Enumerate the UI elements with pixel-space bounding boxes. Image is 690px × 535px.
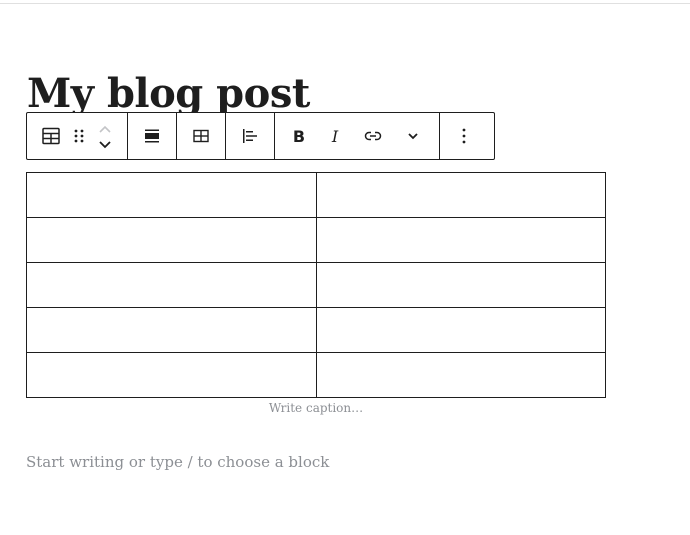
table-cell[interactable]: [316, 172, 606, 218]
drag-handle[interactable]: [69, 113, 89, 159]
table-cell[interactable]: [316, 307, 606, 353]
italic-button[interactable]: I: [317, 113, 353, 159]
more-vertical-icon: [461, 127, 467, 145]
block-toolbar: B I: [26, 112, 495, 160]
default-block-appender[interactable]: Start writing or type / to choose a bloc…: [26, 453, 329, 471]
block-mover: [93, 113, 117, 159]
drag-handle-icon: [73, 128, 85, 144]
editor-top-divider: [0, 3, 690, 4]
table-cell[interactable]: [26, 352, 317, 398]
table-row: [26, 172, 606, 218]
table-cell[interactable]: [316, 217, 606, 263]
align-button[interactable]: [128, 113, 176, 159]
bold-button[interactable]: B: [281, 113, 317, 159]
move-down-button[interactable]: [98, 136, 112, 152]
toolbar-group-block: [27, 113, 128, 159]
toolbar-group-format: B I: [275, 113, 440, 159]
table-cell[interactable]: [26, 307, 317, 353]
table-cell[interactable]: [26, 217, 317, 263]
toolbar-group-align: [128, 113, 177, 159]
table-row: [26, 307, 606, 353]
link-button[interactable]: [353, 113, 393, 159]
toolbar-group-column-align: [226, 113, 275, 159]
table-cell[interactable]: [316, 352, 606, 398]
table-caption-input[interactable]: Write caption…: [26, 401, 606, 415]
content-table: [26, 172, 606, 398]
table-cell[interactable]: [316, 262, 606, 308]
toolbar-group-options: [440, 113, 487, 159]
table-cell[interactable]: [26, 172, 317, 218]
more-formatting-button[interactable]: [393, 113, 433, 159]
edit-table-button[interactable]: [177, 113, 225, 159]
bold-icon: B: [292, 126, 306, 146]
table-block: [26, 172, 606, 398]
move-down-icon: [98, 135, 112, 154]
table-block-button[interactable]: [37, 113, 65, 159]
table-row: [26, 352, 606, 398]
italic-icon: I: [331, 126, 339, 146]
link-icon: [363, 126, 383, 146]
align-left-icon: [240, 126, 260, 146]
toolbar-group-table: [177, 113, 226, 159]
table-edit-icon: [192, 127, 210, 145]
chevron-down-icon: [406, 131, 420, 141]
table-row: [26, 262, 606, 308]
table-cell[interactable]: [26, 262, 317, 308]
align-column-button[interactable]: [226, 113, 274, 159]
table-block-icon: [41, 126, 61, 146]
align-wide-icon: [142, 126, 162, 146]
table-row: [26, 217, 606, 263]
options-button[interactable]: [440, 113, 487, 159]
